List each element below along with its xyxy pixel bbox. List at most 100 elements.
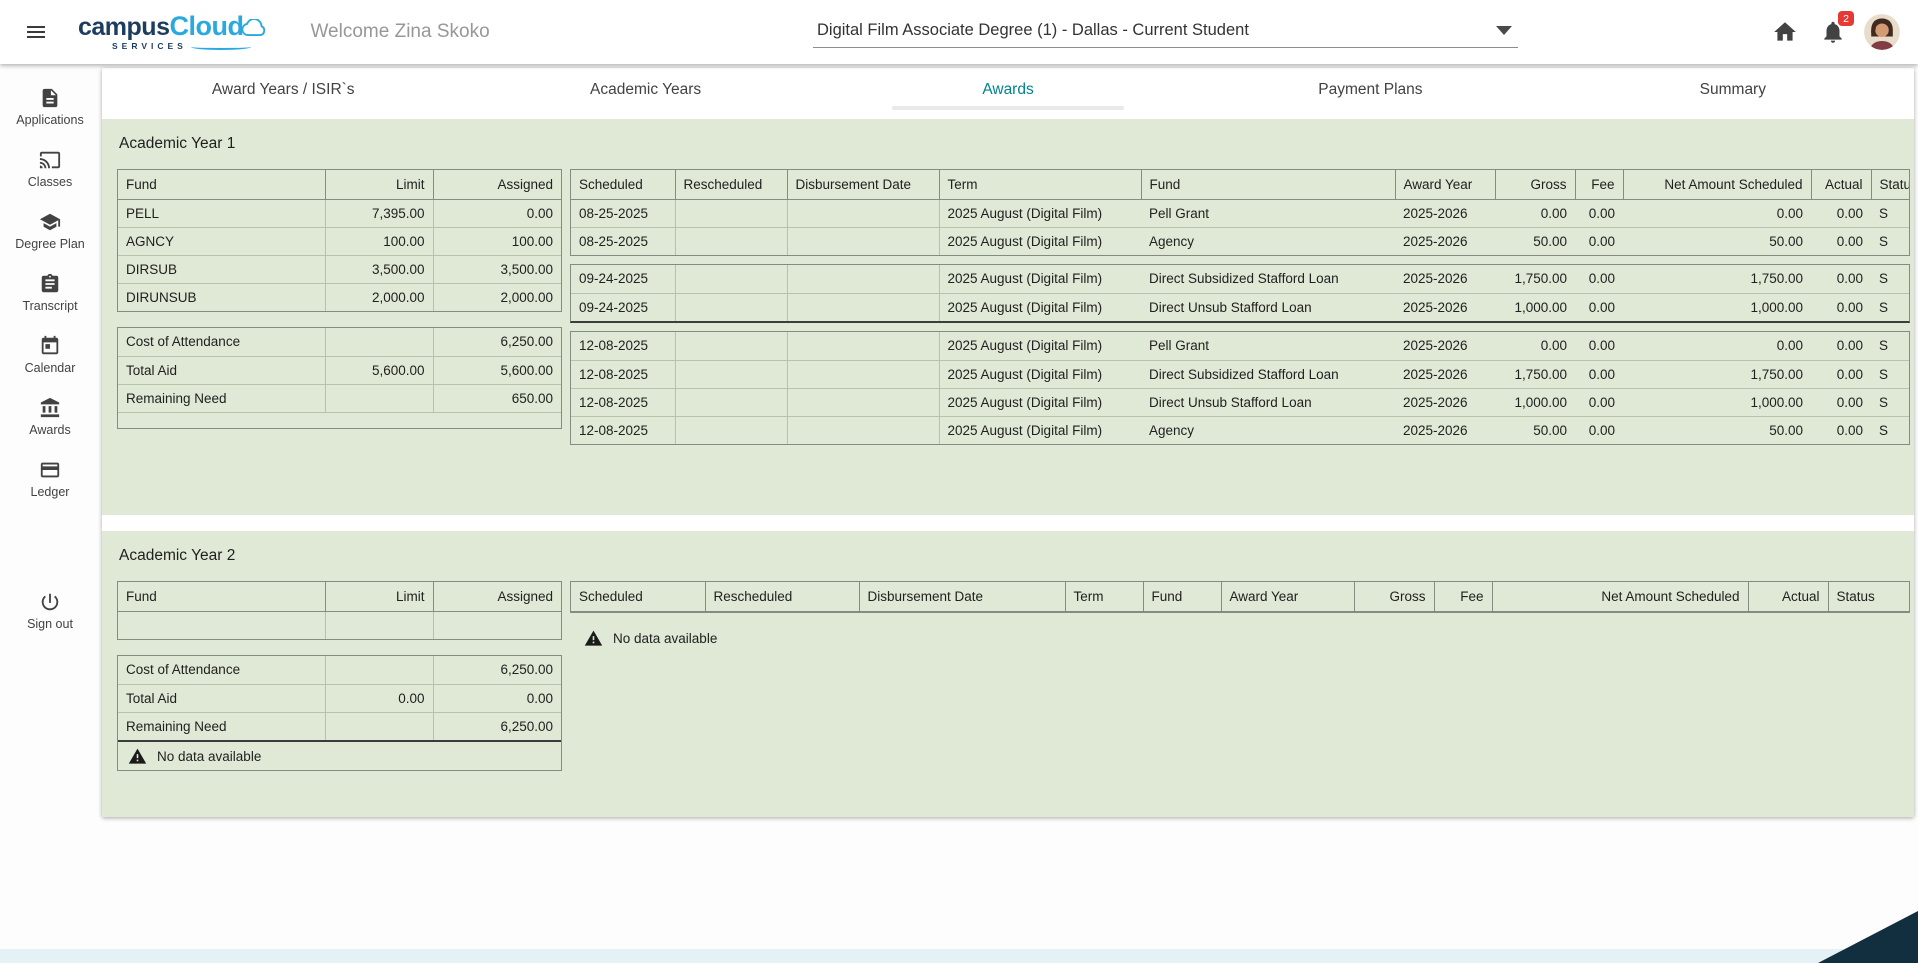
disbursement-row[interactable]: 12-08-2025 2025 August (Digital Film) Pe… [571, 332, 1909, 360]
column-header[interactable]: Status [1871, 170, 1909, 199]
program-selector-value: Digital Film Associate Degree (1) - Dall… [817, 21, 1249, 40]
column-header[interactable]: Gross [1495, 170, 1575, 199]
disbursement-row[interactable]: 09-24-2025 2025 August (Digital Film) Di… [571, 293, 1909, 321]
sidebar-item-label: Transcript [22, 299, 77, 313]
sidebar-item-signout[interactable]: Sign out [0, 580, 100, 642]
disbursement-table: ScheduledRescheduledDisbursement DateTer… [571, 170, 1909, 255]
column-header[interactable]: Rescheduled [675, 170, 787, 199]
column-header[interactable]: Scheduled [571, 170, 675, 199]
column-header[interactable]: Assigned [433, 170, 561, 199]
cell-fee: 0.00 [1575, 199, 1623, 227]
disbursement-table-group2: 09-24-2025 2025 August (Digital Film) Di… [571, 265, 1909, 321]
disbursement-column: ScheduledRescheduledDisbursement DateTer… [570, 169, 1910, 445]
welcome-message: Welcome Zina Skoko [310, 21, 489, 43]
cell-status: S [1871, 199, 1909, 227]
cell-net: 0.00 [1623, 199, 1811, 227]
sidebar-item-awards[interactable]: Awards [0, 386, 100, 448]
column-header[interactable]: Fee [1434, 582, 1492, 611]
fund-table-header-row: FundLimitAssigned [118, 582, 561, 611]
column-header[interactable]: Term [939, 170, 1141, 199]
tab[interactable]: Summary [1552, 68, 1914, 111]
tab[interactable]: Payment Plans [1189, 68, 1551, 111]
disbursement-row[interactable]: 08-25-2025 2025 August (Digital Film) Pe… [571, 199, 1909, 227]
column-header[interactable]: Fee [1575, 170, 1623, 199]
cell-limit: 7,395.00 [325, 199, 433, 227]
column-header[interactable]: Gross [1354, 582, 1434, 611]
fund-row[interactable]: PELL 7,395.00 0.00 [118, 199, 561, 227]
cell-award-year: 2025-2026 [1395, 265, 1495, 293]
logo-swoosh [191, 44, 251, 50]
column-header[interactable]: Assigned [433, 582, 561, 611]
column-header[interactable]: Award Year [1221, 582, 1354, 611]
disbursement-row[interactable]: 12-08-2025 2025 August (Digital Film) Ag… [571, 416, 1909, 444]
fund-summary-column: FundLimitAssigned PELL 7,395.00 0.00 [117, 169, 562, 429]
degree-plan-icon [39, 211, 61, 233]
cell-label: Cost of Attendance [118, 328, 325, 356]
column-header[interactable]: Net Amount Scheduled [1623, 170, 1811, 199]
fund-row[interactable]: AGNCY 100.00 100.00 [118, 227, 561, 255]
tab[interactable]: Award Years / ISIR`s [102, 68, 464, 111]
disbursement-row[interactable]: 09-24-2025 2025 August (Digital Film) Di… [571, 265, 1909, 293]
cell-gross: 0.00 [1495, 332, 1575, 360]
cell-award-year: 2025-2026 [1395, 360, 1495, 388]
column-header[interactable]: Fund [1141, 170, 1395, 199]
column-header[interactable]: Fund [118, 170, 325, 199]
cell-actual: 0.00 [1811, 227, 1871, 255]
column-header[interactable]: Actual [1811, 170, 1871, 199]
column-header[interactable]: Fund [118, 582, 325, 611]
notifications-button[interactable]: 2 [1816, 15, 1850, 49]
cell-limit: 2,000.00 [325, 283, 433, 311]
logo-campus-text: campus [78, 15, 169, 40]
cell-actual: 0.00 [1811, 388, 1871, 416]
app-header: campus Cloud SERVICES Welcome Zina Skoko… [0, 0, 1918, 64]
column-header[interactable]: Scheduled [571, 582, 705, 611]
tab[interactable]: Awards [827, 68, 1189, 111]
column-header[interactable]: Disbursement Date [859, 582, 1065, 611]
sidebar-item-degree-plan[interactable]: Degree Plan [0, 200, 100, 262]
column-header[interactable]: Net Amount Scheduled [1492, 582, 1748, 611]
column-header[interactable]: Actual [1748, 582, 1828, 611]
corner-decoration [1818, 911, 1918, 963]
column-header[interactable]: Status [1828, 582, 1909, 611]
disbursement-row[interactable]: 08-25-2025 2025 August (Digital Film) Ag… [571, 227, 1909, 255]
no-data-row: No data available [118, 740, 561, 770]
avatar[interactable] [1864, 14, 1900, 50]
fund-row[interactable]: DIRSUB 3,500.00 3,500.00 [118, 255, 561, 283]
cell-fee: 0.00 [1575, 388, 1623, 416]
cell-disbursement-date [787, 332, 939, 360]
disbursement-row[interactable]: 12-08-2025 2025 August (Digital Film) Di… [571, 360, 1909, 388]
column-header[interactable]: Award Year [1395, 170, 1495, 199]
cell-rescheduled [675, 360, 787, 388]
disbursement-row[interactable]: 12-08-2025 2025 August (Digital Film) Di… [571, 388, 1909, 416]
column-header[interactable]: Limit [325, 582, 433, 611]
home-icon [1772, 19, 1798, 45]
panel-title: Academic Year 2 [119, 547, 1910, 565]
disbursement-table-group3: 12-08-2025 2025 August (Digital Film) Pe… [571, 332, 1909, 444]
cell-label: Total Aid [118, 684, 325, 712]
logo-cloud-text: Cloud [169, 13, 243, 40]
cell-term: 2025 August (Digital Film) [939, 416, 1141, 444]
column-header[interactable]: Rescheduled [705, 582, 859, 611]
sidebar-item-label: Calendar [25, 361, 76, 375]
menu-icon[interactable] [18, 14, 54, 50]
cell-assigned: 650.00 [433, 384, 561, 412]
program-selector[interactable]: Digital Film Associate Degree (1) - Dall… [813, 17, 1518, 48]
cell-actual: 0.00 [1811, 332, 1871, 360]
cell-fee: 0.00 [1575, 416, 1623, 444]
campuscloud-logo[interactable]: campus Cloud SERVICES [78, 13, 270, 51]
column-header[interactable]: Fund [1143, 582, 1221, 611]
sidebar-item-ledger[interactable]: Ledger [0, 448, 100, 510]
cell-disbursement-date [787, 199, 939, 227]
column-header[interactable]: Limit [325, 170, 433, 199]
sidebar-item-applications[interactable]: Applications [0, 76, 100, 138]
column-header[interactable]: Term [1065, 582, 1143, 611]
fund-row[interactable]: DIRUNSUB 2,000.00 2,000.00 [118, 283, 561, 311]
ledger-icon [39, 459, 61, 481]
sidebar-item-classes[interactable]: Classes [0, 138, 100, 200]
sidebar-item-transcript[interactable]: Transcript [0, 262, 100, 324]
home-button[interactable] [1768, 15, 1802, 49]
tab[interactable]: Academic Years [464, 68, 826, 111]
cell-limit [325, 656, 433, 684]
sidebar-item-calendar[interactable]: Calendar [0, 324, 100, 386]
column-header[interactable]: Disbursement Date [787, 170, 939, 199]
